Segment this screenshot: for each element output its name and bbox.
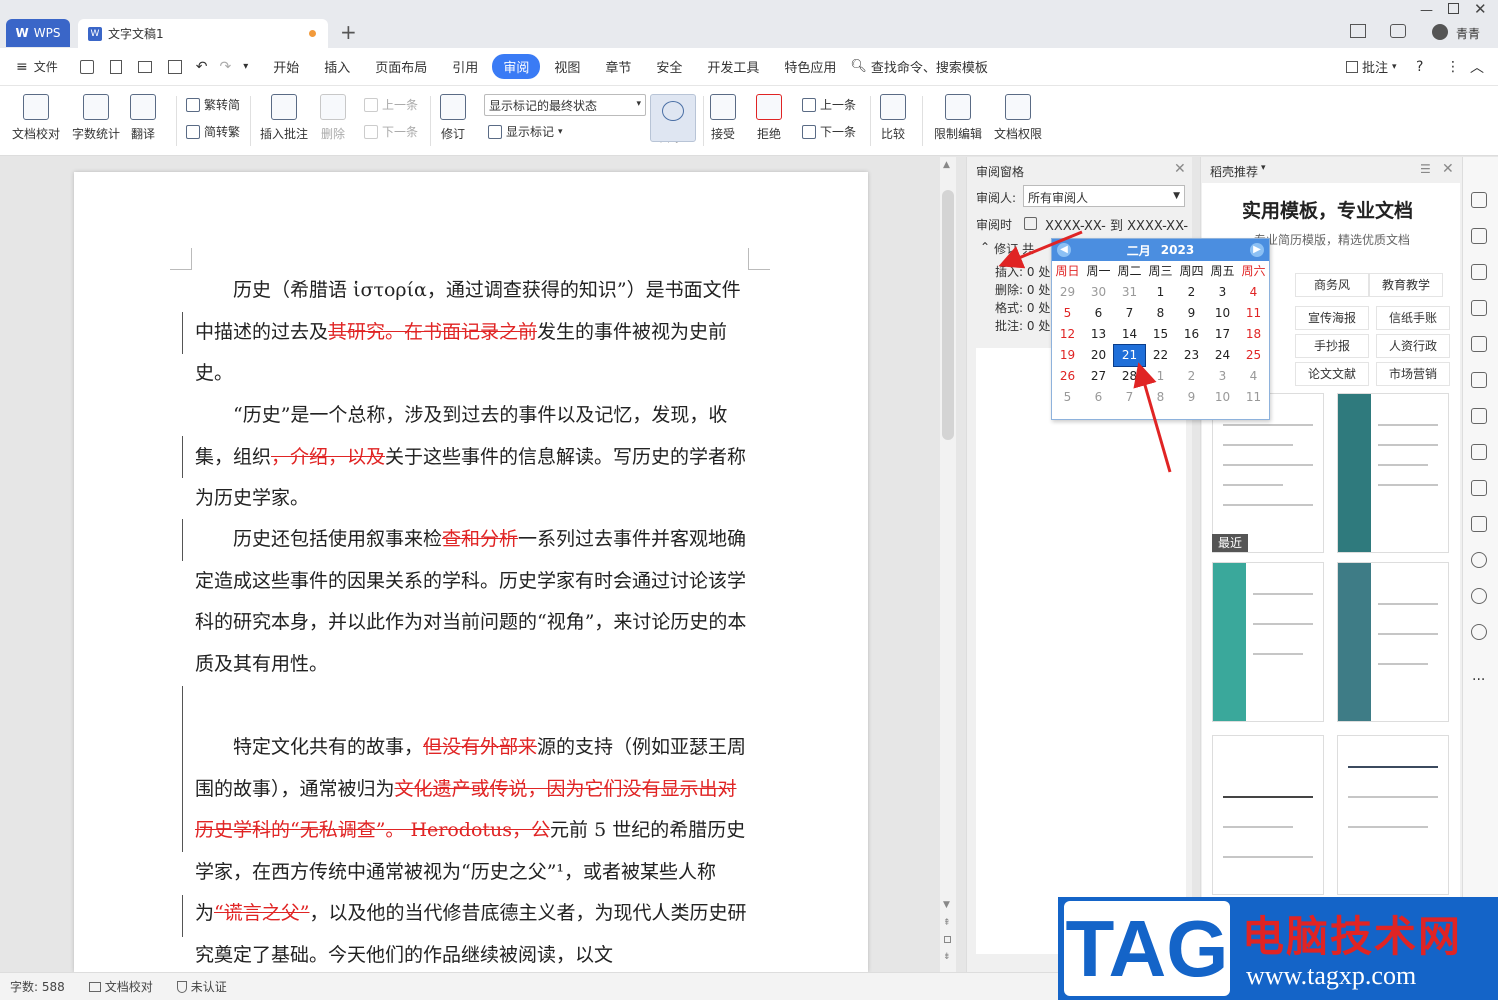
arrow-to-calendar-icon xyxy=(998,230,1083,269)
watermark-url: www.tagxp.com xyxy=(1246,961,1417,990)
annotation-arrows xyxy=(998,230,1172,473)
arrow-to-selected-date xyxy=(1133,362,1172,473)
watermark-cn: 电脑技术网 xyxy=(1242,912,1463,961)
auth-status[interactable]: 未认证 xyxy=(176,978,227,995)
watermark-logo: TAG 电脑技术网 www.tagxp.com xyxy=(1058,897,1498,1000)
doc-check-status[interactable]: 文档校对 xyxy=(88,978,153,995)
check-icon xyxy=(88,981,101,992)
watermark-tag: TAG xyxy=(1064,901,1230,996)
word-count-status[interactable]: 字数: 588 xyxy=(10,978,65,995)
auth-status-label: 未认证 xyxy=(190,980,227,994)
doc-check-status-label: 文档校对 xyxy=(104,980,153,994)
shield-icon xyxy=(176,980,187,993)
